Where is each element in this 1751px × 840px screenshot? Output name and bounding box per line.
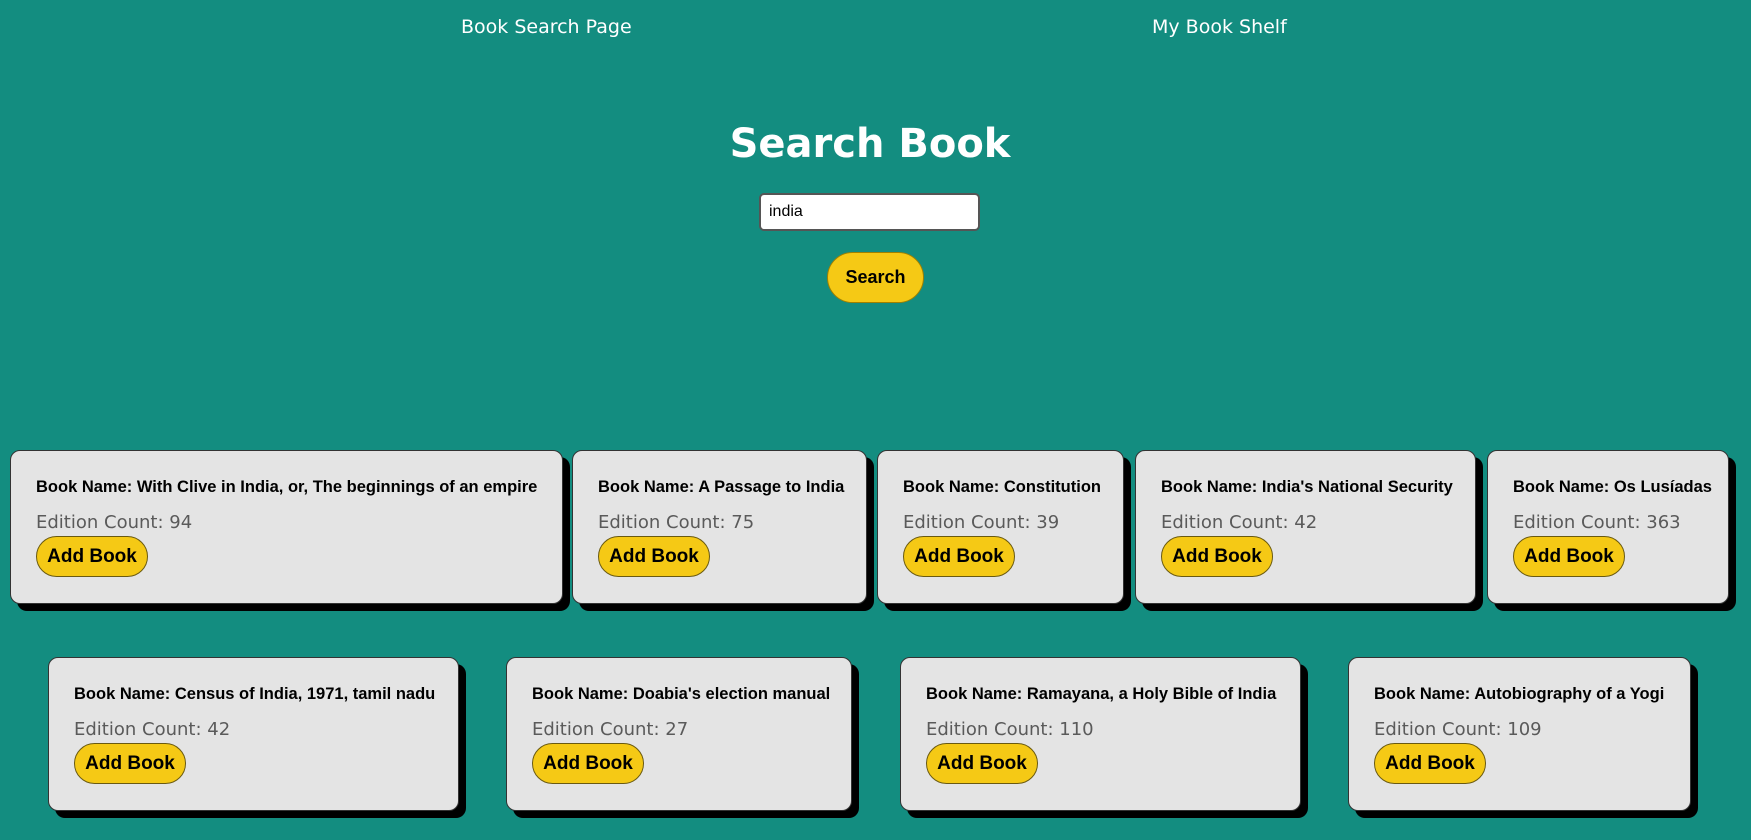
add-book-button[interactable]: Add Book: [598, 536, 710, 577]
book-name: Book Name: India's National Security: [1161, 478, 1453, 496]
book-name: Book Name: Os Lusíadas: [1513, 478, 1712, 496]
book-name: Book Name: Doabia's election manual: [532, 685, 831, 703]
add-book-button[interactable]: Add Book: [74, 743, 186, 784]
add-book-button[interactable]: Add Book: [926, 743, 1038, 784]
book-name: Book Name: Census of India, 1971, tamil …: [74, 685, 436, 703]
book-card: Book Name: Doabia's election manual Edit…: [506, 657, 852, 811]
edition-count: Edition Count: 42: [74, 719, 231, 740]
book-name: Book Name: A Passage to India: [598, 478, 845, 496]
edition-count: Edition Count: 27: [532, 719, 689, 740]
book-search-page: Book Search Page My Book Shelf Search Bo…: [0, 0, 1751, 840]
book-name: Book Name: Constitution: [903, 478, 1101, 496]
add-book-button[interactable]: Add Book: [1161, 536, 1273, 577]
edition-count: Edition Count: 94: [36, 512, 193, 533]
add-book-button[interactable]: Add Book: [1374, 743, 1486, 784]
book-card: Book Name: With Clive in India, or, The …: [10, 450, 563, 604]
page-title: Search Book: [729, 121, 1011, 167]
add-book-button[interactable]: Add Book: [903, 536, 1015, 577]
search-input[interactable]: [759, 193, 980, 231]
add-book-button[interactable]: Add Book: [1513, 536, 1625, 577]
edition-count: Edition Count: 109: [1374, 719, 1542, 740]
nav-book-search-page-link[interactable]: Book Search Page: [461, 16, 632, 38]
book-card: Book Name: Constitution Edition Count: 3…: [877, 450, 1124, 604]
book-name: Book Name: Autobiography of a Yogi: [1374, 685, 1665, 703]
edition-count: Edition Count: 363: [1513, 512, 1681, 533]
book-card: Book Name: Autobiography of a Yogi Editi…: [1348, 657, 1691, 811]
nav-my-book-shelf-link[interactable]: My Book Shelf: [1152, 16, 1287, 38]
book-name: Book Name: With Clive in India, or, The …: [36, 478, 538, 496]
edition-count: Edition Count: 75: [598, 512, 755, 533]
add-book-button[interactable]: Add Book: [532, 743, 644, 784]
book-card: Book Name: A Passage to India Edition Co…: [572, 450, 867, 604]
book-card: Book Name: Os Lusíadas Edition Count: 36…: [1487, 450, 1729, 604]
edition-count: Edition Count: 42: [1161, 512, 1318, 533]
book-name: Book Name: Ramayana, a Holy Bible of Ind…: [926, 685, 1277, 703]
book-card: Book Name: Ramayana, a Holy Bible of Ind…: [900, 657, 1301, 811]
book-card: Book Name: Census of India, 1971, tamil …: [48, 657, 459, 811]
add-book-button[interactable]: Add Book: [36, 536, 148, 577]
edition-count: Edition Count: 110: [926, 719, 1094, 740]
edition-count: Edition Count: 39: [903, 512, 1060, 533]
book-card: Book Name: India's National Security Edi…: [1135, 450, 1476, 604]
search-button[interactable]: Search: [827, 252, 924, 303]
